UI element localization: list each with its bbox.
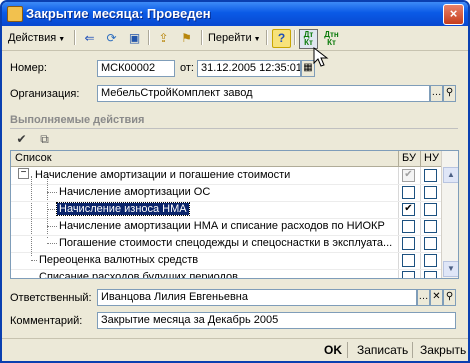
grid-row-selected[interactable]: Начисление износа НМА ✔ (11, 201, 442, 219)
arrow-left-icon[interactable]: ⇐ (80, 29, 99, 48)
bu-checkbox[interactable] (402, 254, 415, 267)
grid-row[interactable]: Погашение стоимости спецодежды и спецосн… (11, 235, 442, 253)
number-label: Номер: (10, 62, 47, 74)
column-separator (420, 151, 421, 166)
dropdown-arrow-icon: ▼ (253, 36, 261, 43)
organization-field[interactable]: МебельСтройКомплект завод (97, 85, 430, 102)
row-label: Начисление амортизации ОС (59, 186, 211, 198)
refresh-document-icon[interactable]: ⟳ (102, 29, 121, 48)
bu-checkbox[interactable]: ✔ (402, 203, 415, 216)
column-header-nu[interactable]: НУ (424, 152, 439, 164)
toolbar-separator (74, 30, 76, 45)
bu-checkbox[interactable] (402, 237, 415, 250)
vertical-scrollbar[interactable]: ▲ ▼ (441, 151, 458, 278)
bu-checkbox: ✔ (402, 169, 415, 182)
actions-menu-button[interactable]: Действия ▼ (5, 28, 68, 48)
tree-branch (31, 260, 37, 261)
edit-checkmarks-icon[interactable]: ✔ (12, 130, 31, 149)
nu-checkbox[interactable] (424, 220, 437, 233)
grid-row[interactable]: Начисление амортизации НМА и списание ра… (11, 218, 442, 236)
row-label: Начисление амортизации и погашение стоим… (35, 169, 291, 181)
toolbar-separator (266, 30, 268, 45)
column-header-bu[interactable]: БУ (402, 152, 416, 164)
close-button[interactable]: Закрыть (420, 343, 466, 357)
mouse-pointer-icon (313, 46, 329, 67)
button-separator (412, 342, 413, 358)
date-label: от: (180, 62, 194, 74)
goto-menu-button[interactable]: Перейти ▼ (205, 28, 264, 48)
nu-checkbox[interactable] (424, 169, 437, 182)
document-window: Закрытие месяца: Проведен × Действия ▼ ⇐ … (0, 0, 470, 363)
actions-grid: Список БУ НУ − Начисление амортизации и … (10, 150, 459, 279)
number-field[interactable]: МСК00002 (97, 60, 175, 77)
toolbar-separator (148, 30, 150, 45)
comment-label: Комментарий: (10, 315, 83, 327)
nu-checkbox[interactable] (424, 271, 437, 278)
select-ellipsis-icon[interactable]: … (417, 289, 430, 306)
section-divider (10, 128, 458, 129)
comment-field[interactable]: Закрытие месяца за Декабрь 2005 (97, 312, 456, 329)
toolbar-separator (201, 30, 203, 45)
grid-row[interactable]: Переоценка валютных средств (11, 252, 442, 270)
date-field[interactable]: 31.12.2005 12:35:01 (197, 60, 301, 77)
grid-header: Список БУ НУ (11, 151, 458, 167)
actions-label: Действия (8, 32, 57, 44)
tree-branch (47, 243, 57, 244)
ok-button[interactable]: OK (324, 343, 342, 357)
toolbar-separator (294, 30, 296, 45)
bu-checkbox[interactable] (402, 186, 415, 199)
window-title: Закрытие месяца: Проведен (26, 6, 211, 21)
open-magnifier-icon[interactable]: ⚲ (443, 85, 456, 102)
column-header-list[interactable]: Список (15, 152, 52, 164)
row-label: Начисление износа НМА (56, 202, 190, 216)
scroll-down-icon[interactable]: ▼ (443, 261, 458, 277)
tree-branch (47, 192, 57, 193)
nu-checkbox[interactable] (424, 186, 437, 199)
document-structure-icon[interactable]: ⚑ (177, 29, 196, 48)
bu-checkbox[interactable] (402, 271, 415, 278)
open-magnifier-icon[interactable]: ⚲ (443, 289, 456, 306)
row-label: Списание расходов будущих периодов (39, 271, 238, 279)
organization-label: Организация: (10, 88, 80, 100)
tree-branch (47, 209, 57, 210)
document-icon (7, 6, 23, 22)
copy-icon[interactable]: ⧉ (35, 130, 54, 149)
section-title: Выполняемые действия (10, 114, 145, 126)
title-bar[interactable]: Закрытие месяца: Проведен × (2, 2, 468, 26)
clear-x-icon[interactable]: ✕ (430, 289, 443, 306)
dropdown-arrow-icon: ▼ (58, 36, 66, 43)
row-label: Начисление амортизации НМА и списание ра… (59, 220, 385, 232)
bottom-bar: OK Записать Закрыть (2, 338, 468, 361)
tree-branch (47, 226, 57, 227)
row-label: Переоценка валютных средств (39, 254, 199, 266)
collapse-toggle-icon[interactable]: − (18, 168, 29, 179)
grid-row[interactable]: Начисление амортизации ОС (11, 184, 442, 202)
select-ellipsis-icon[interactable]: … (430, 85, 443, 102)
toolbar: Действия ▼ ⇐ ⟳ ▣ ⇪ ⚑ Перейти ▼ ? Дт Кт Дтн… (2, 26, 468, 51)
responsible-field[interactable]: Иванцова Лилия Евгеньевна (97, 289, 417, 306)
nu-checkbox[interactable] (424, 254, 437, 267)
save-button[interactable]: Записать (357, 343, 408, 357)
column-separator (398, 151, 399, 166)
dt-kt-label: Дт Кт (303, 30, 314, 47)
scroll-up-icon[interactable]: ▲ (443, 167, 458, 183)
upload-document-icon[interactable]: ⇪ (154, 29, 173, 48)
responsible-label: Ответственный: (10, 292, 92, 304)
goto-label: Перейти (208, 32, 252, 44)
bu-checkbox[interactable] (402, 220, 415, 233)
close-window-button[interactable]: × (443, 4, 464, 25)
button-separator (347, 342, 348, 358)
nu-checkbox[interactable] (424, 203, 437, 216)
nu-checkbox[interactable] (424, 237, 437, 250)
grid-row[interactable]: Списание расходов будущих периодов (11, 269, 442, 279)
row-label: Погашение стоимости спецодежды и спецосн… (59, 237, 393, 249)
dtn-kt-label: Дтн Кт (324, 30, 339, 47)
post-document-icon[interactable]: ▣ (125, 29, 144, 48)
grid-row[interactable]: − Начисление амортизации и погашение сто… (11, 167, 442, 185)
help-icon[interactable]: ? (272, 29, 291, 48)
